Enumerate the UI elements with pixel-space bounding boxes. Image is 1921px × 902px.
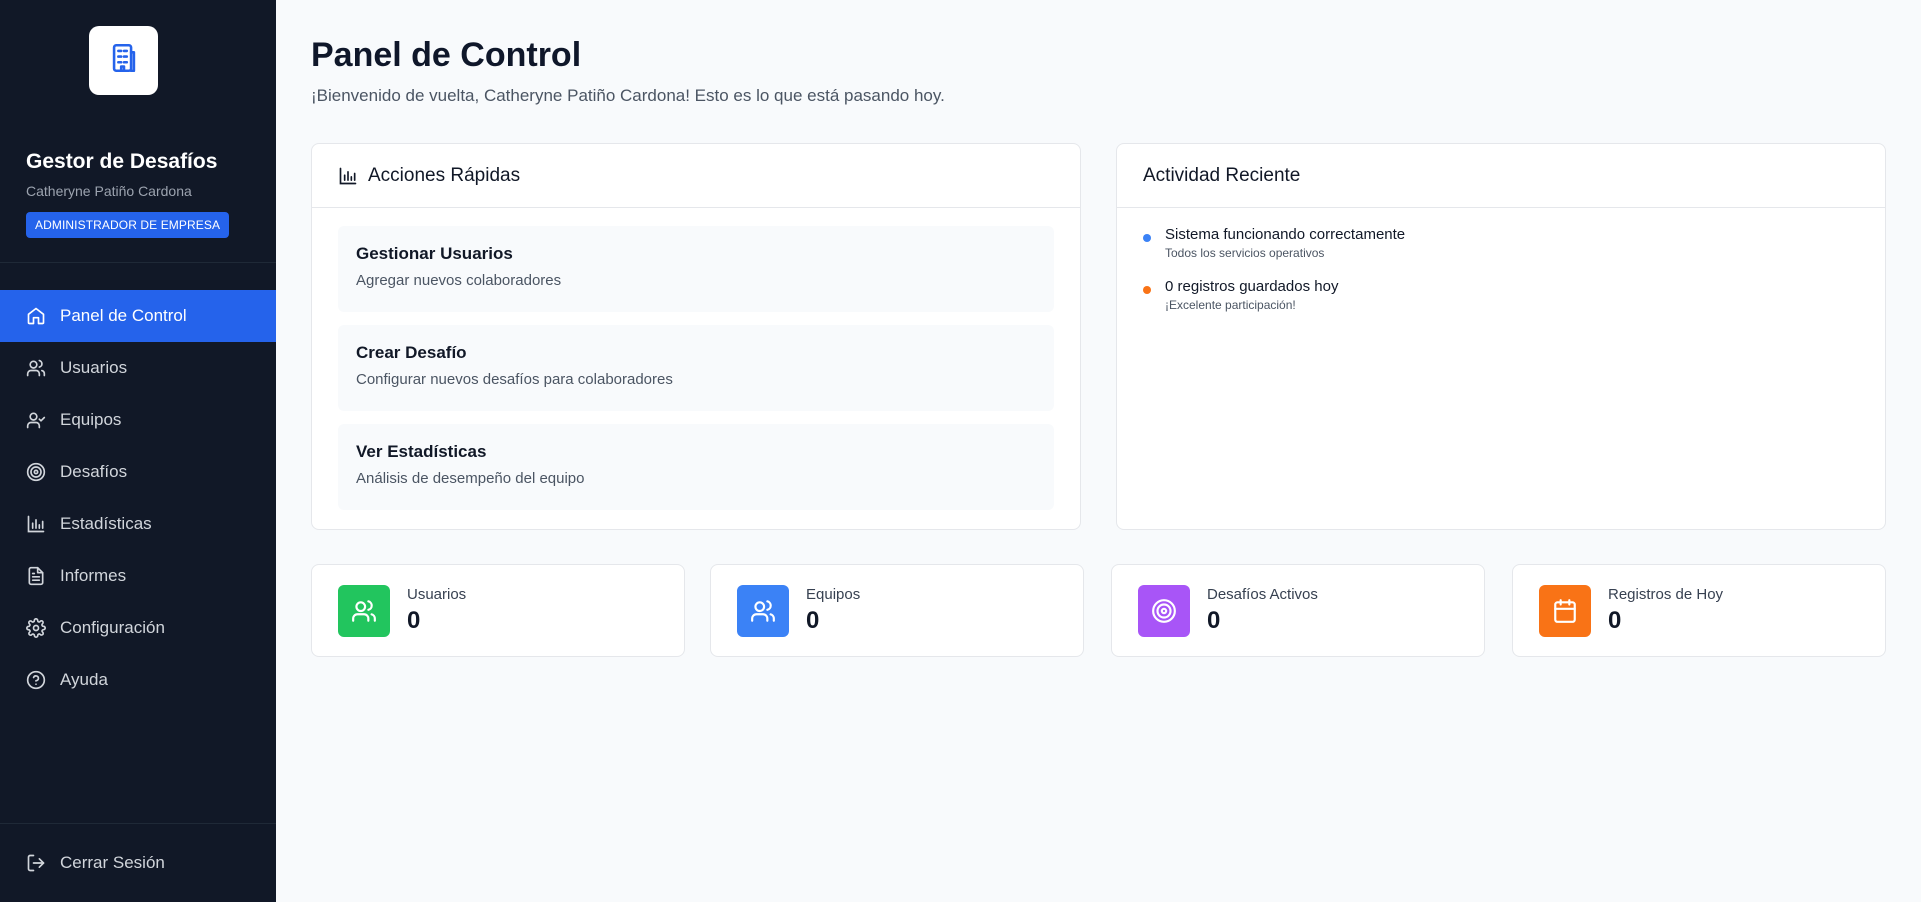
sidebar-item-label: Configuración xyxy=(60,618,165,637)
sidebar-item-estadisticas[interactable]: Estadísticas xyxy=(0,498,276,550)
quick-actions-title: Acciones Rápidas xyxy=(368,164,521,186)
stat-value: 0 xyxy=(1608,607,1622,634)
building-icon xyxy=(107,41,141,80)
sidebar-item-ayuda[interactable]: Ayuda xyxy=(0,654,276,706)
sidebar-item-desafios[interactable]: Desafíos xyxy=(0,446,276,498)
sidebar-item-panel-de-control[interactable]: Panel de Control xyxy=(0,290,276,342)
stat-card-today-records: Registros de Hoy 0 xyxy=(1512,564,1886,657)
recent-activity-header: Actividad Reciente xyxy=(1117,144,1885,208)
stat-value: 0 xyxy=(1207,607,1221,634)
stat-label: Usuarios xyxy=(407,586,467,603)
file-text-icon xyxy=(26,566,46,586)
calendar-icon xyxy=(1539,584,1591,637)
stat-label: Desafíos Activos xyxy=(1207,586,1318,603)
app-logo xyxy=(89,26,158,95)
sidebar-item-informes[interactable]: Informes xyxy=(0,550,276,602)
users-icon xyxy=(338,584,390,637)
user-check-icon xyxy=(26,410,46,430)
status-dot xyxy=(1143,286,1151,294)
bar-chart-icon xyxy=(338,166,358,186)
sidebar-item-label: Ayuda xyxy=(60,670,108,689)
users-icon xyxy=(737,584,789,637)
home-icon xyxy=(26,306,46,326)
target-icon xyxy=(1138,584,1190,637)
quick-action-description: Análisis de desempeño del equipo xyxy=(356,470,585,487)
quick-action-title: Crear Desafío xyxy=(356,343,467,362)
recent-activity-title: Actividad Reciente xyxy=(1143,164,1301,186)
quick-action-description: Agregar nuevos colaboradores xyxy=(356,272,562,289)
activity-description: ¡Excelente participación! xyxy=(1165,298,1296,312)
quick-actions-card: Acciones Rápidas Gestionar Usuarios Agre… xyxy=(311,143,1081,530)
sidebar-item-label: Equipos xyxy=(60,410,122,429)
quick-action-create-challenge[interactable]: Crear Desafío Configurar nuevos desafíos… xyxy=(338,325,1054,411)
quick-action-view-statistics[interactable]: Ver Estadísticas Análisis de desempeño d… xyxy=(338,424,1054,510)
recent-activity-card: Actividad Reciente Sistema funcionando c… xyxy=(1116,143,1886,530)
logout-label: Cerrar Sesión xyxy=(60,853,165,872)
sidebar-item-label: Usuarios xyxy=(60,358,128,377)
bar-chart-icon xyxy=(26,514,46,534)
sidebar-item-usuarios[interactable]: Usuarios xyxy=(0,342,276,394)
sidebar: Gestor de Desafíos Catheryne Patiño Card… xyxy=(0,0,276,902)
status-dot xyxy=(1143,234,1151,242)
sidebar-divider xyxy=(0,823,276,824)
logout-icon xyxy=(26,853,46,873)
recent-activity-list: Sistema funcionando correctamente Todos … xyxy=(1117,208,1885,348)
stat-card-active-challenges: Desafíos Activos 0 xyxy=(1111,564,1485,657)
help-circle-icon xyxy=(26,670,46,690)
stat-card-users: Usuarios 0 xyxy=(311,564,685,657)
target-icon xyxy=(26,462,46,482)
sidebar-item-label: Informes xyxy=(60,566,127,585)
quick-action-title: Ver Estadísticas xyxy=(356,442,487,461)
quick-actions-header: Acciones Rápidas xyxy=(312,144,1080,208)
sidebar-item-label: Desafíos xyxy=(60,462,128,481)
gear-icon xyxy=(26,618,46,638)
activity-item: Sistema funcionando correctamente Todos … xyxy=(1143,226,1859,260)
quick-action-description: Configurar nuevos desafíos para colabora… xyxy=(356,371,673,388)
users-icon xyxy=(26,358,46,378)
sidebar-item-configuracion[interactable]: Configuración xyxy=(0,602,276,654)
stat-value: 0 xyxy=(407,607,421,634)
stat-value: 0 xyxy=(806,607,820,634)
activity-title: 0 registros guardados hoy xyxy=(1165,278,1339,295)
stat-label: Equipos xyxy=(806,586,861,603)
sidebar-item-equipos[interactable]: Equipos xyxy=(0,394,276,446)
sidebar-item-label: Estadísticas xyxy=(60,514,152,533)
page-subtitle: ¡Bienvenido de vuelta, Catheryne Patiño … xyxy=(311,86,945,105)
sidebar-divider xyxy=(0,262,276,263)
stat-label: Registros de Hoy xyxy=(1608,586,1724,603)
activity-item: 0 registros guardados hoy ¡Excelente par… xyxy=(1143,278,1859,312)
app-title: Gestor de Desafíos xyxy=(26,150,218,173)
activity-description: Todos los servicios operativos xyxy=(1165,246,1325,260)
sidebar-nav: Panel de Control Usuarios Equipos Desafí… xyxy=(0,290,276,706)
activity-title: Sistema funcionando correctamente xyxy=(1165,226,1406,243)
quick-action-manage-users[interactable]: Gestionar Usuarios Agregar nuevos colabo… xyxy=(338,226,1054,312)
current-user-name: Catheryne Patiño Cardona xyxy=(26,183,192,199)
logout-button[interactable]: Cerrar Sesión xyxy=(0,838,276,888)
sidebar-item-label: Panel de Control xyxy=(60,306,187,325)
page-title: Panel de Control xyxy=(311,36,582,74)
stat-card-teams: Equipos 0 xyxy=(710,564,1084,657)
quick-action-title: Gestionar Usuarios xyxy=(356,244,513,263)
role-badge: ADMINISTRADOR DE EMPRESA xyxy=(26,212,230,238)
quick-actions-list: Gestionar Usuarios Agregar nuevos colabo… xyxy=(312,208,1080,541)
